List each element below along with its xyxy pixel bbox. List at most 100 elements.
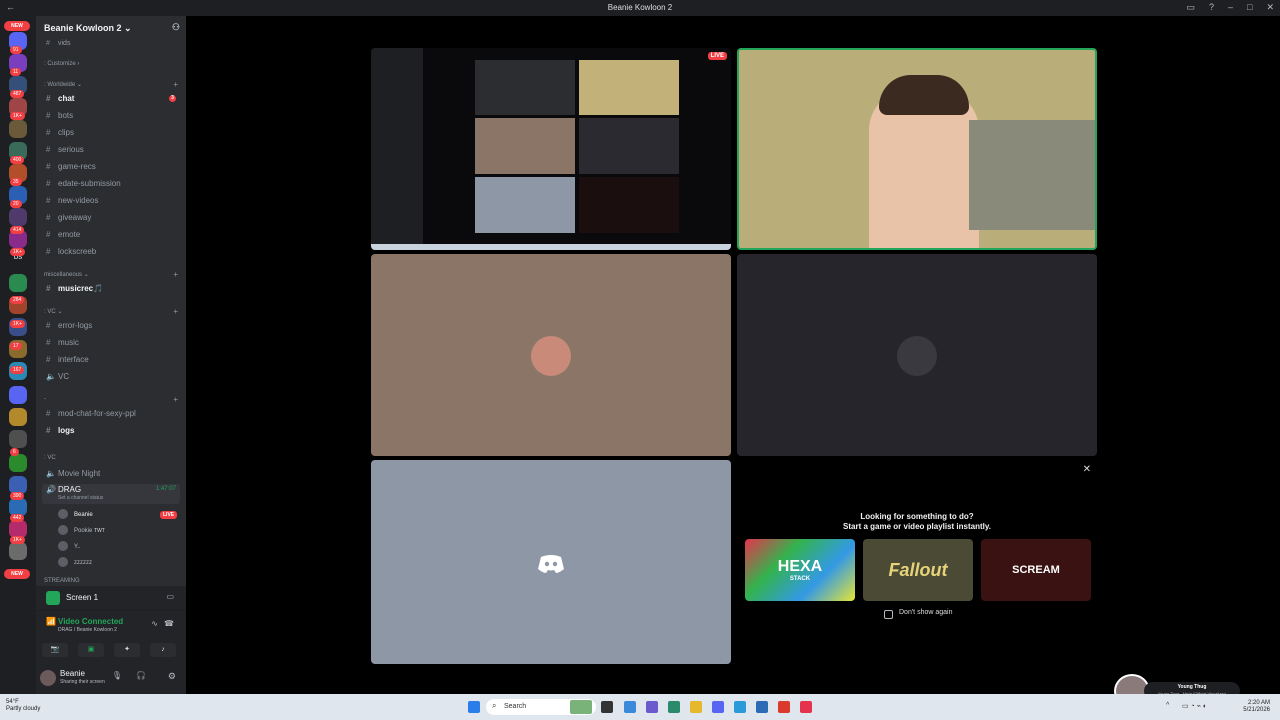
channel-musicrec[interactable]: # musicrec🎵	[42, 281, 180, 296]
stream-settings-icon[interactable]: ▭	[166, 592, 174, 601]
store-icon[interactable]	[756, 701, 768, 713]
game-card-hexa[interactable]: HEXA STACK	[745, 539, 855, 601]
channel-chat[interactable]: # chat 3	[42, 91, 180, 106]
headphones-icon[interactable]: 🎧	[136, 671, 146, 680]
add-channel-icon[interactable]: +	[173, 80, 178, 89]
channel-logs[interactable]: # logs	[42, 423, 180, 438]
participant-tile[interactable]	[737, 254, 1097, 456]
activity-button[interactable]: ✦	[114, 643, 140, 657]
file-explorer-icon[interactable]	[690, 701, 702, 713]
noise-suppression-icon[interactable]: ∿	[151, 619, 158, 628]
task-view-icon[interactable]	[601, 701, 613, 713]
tray-chevron-icon[interactable]: ^	[1166, 702, 1169, 709]
channel-giveaway[interactable]: # giveaway	[42, 210, 180, 225]
discord-taskbar-icon[interactable]	[712, 701, 724, 713]
tray-icons[interactable]: ▭ ◔ ⌁ ◐	[1182, 702, 1207, 710]
copilot-icon[interactable]	[624, 701, 636, 713]
gear-icon[interactable]: ⚙	[168, 671, 176, 682]
channel-label: game-recs	[58, 162, 96, 171]
channel-interface[interactable]: # interface	[42, 352, 180, 367]
server-icon[interactable]	[9, 386, 27, 404]
microphone-icon[interactable]: 🎙	[112, 671, 122, 680]
taskbar-clock[interactable]: 2:20 AM 5/21/2026	[1243, 700, 1270, 714]
channel-vc[interactable]: 🔈 VC	[42, 369, 180, 384]
app-icon[interactable]	[800, 701, 812, 713]
channel-error-logs[interactable]: # error-logs	[42, 318, 180, 333]
close-icon[interactable]: ✕	[1266, 2, 1274, 13]
channel-edate-submission[interactable]: # edate-submission	[42, 176, 180, 191]
channel-music[interactable]: # music	[42, 335, 180, 350]
category-vc2[interactable]: : VC	[44, 455, 180, 461]
voice-user[interactable]: Y..	[58, 541, 81, 553]
participant-tile[interactable]	[371, 460, 731, 664]
category-vc[interactable]: : VC ⌄ +	[44, 307, 180, 316]
game-card-fallout[interactable]: Fallout	[863, 539, 973, 601]
server-icon[interactable]	[9, 542, 27, 560]
channel-status[interactable]: Set a channel status	[58, 495, 103, 501]
search-highlight-icon[interactable]	[570, 700, 592, 714]
voice-channel-drag[interactable]: 🔊 DRAG 1:47:07 Set a channel status	[42, 484, 180, 504]
channel-label: serious	[58, 145, 84, 154]
channel-label: error-logs	[58, 321, 93, 330]
invite-icon[interactable]: ⚇	[172, 22, 180, 33]
soundboard-button[interactable]: ♪	[150, 643, 176, 657]
weather-widget[interactable]: 54°F Partly cloudy	[6, 699, 40, 713]
unread-badge: 400	[10, 156, 25, 164]
channel-emote[interactable]: # emote	[42, 227, 180, 242]
channel-clips[interactable]: # clips	[42, 125, 180, 140]
channel-bots[interactable]: # bots	[42, 108, 180, 123]
category-label: : VC	[44, 309, 56, 315]
channel-new-videos[interactable]: # new-videos	[42, 193, 180, 208]
title-bar: ← Beanie Kowloon 2 ▭ ? – □ ✕	[0, 0, 1280, 16]
dont-show-checkbox[interactable]	[884, 610, 893, 619]
add-channel-icon[interactable]: +	[173, 270, 178, 279]
channel-label: interface	[58, 355, 89, 364]
maximize-icon[interactable]: □	[1247, 2, 1252, 13]
server-icon[interactable]	[9, 430, 27, 448]
server-icon[interactable]	[9, 208, 27, 226]
channel-game-recs[interactable]: # game-recs	[42, 159, 180, 174]
channel-serious[interactable]: # serious	[42, 142, 180, 157]
server-icon[interactable]	[9, 120, 27, 138]
inbox-icon[interactable]: ▭	[1186, 2, 1195, 13]
category-dash[interactable]: - +	[44, 395, 180, 404]
server-icon[interactable]	[9, 274, 27, 292]
add-channel-icon[interactable]: +	[173, 307, 178, 316]
avatar[interactable]	[40, 670, 56, 686]
category-misc[interactable]: miscellaneous ⌄ +	[44, 270, 180, 279]
teams-icon[interactable]	[646, 701, 658, 713]
chrome-icon[interactable]	[778, 701, 790, 713]
voice-channel-movie-night[interactable]: 🔈 Movie Night	[42, 466, 180, 481]
camera-tile[interactable]	[737, 48, 1097, 250]
game-card-scream[interactable]: SCREAM	[981, 539, 1091, 601]
voice-user[interactable]: Beanie	[58, 509, 93, 521]
voice-location[interactable]: DRAG / Beanie Kowloon 2	[58, 627, 117, 633]
disconnect-icon[interactable]: ☎	[164, 619, 174, 628]
channel-partial[interactable]: # vids	[42, 36, 180, 51]
customize-row[interactable]: : Customize ›	[44, 61, 180, 67]
minimize-icon[interactable]: –	[1228, 2, 1233, 13]
participant-tile[interactable]	[371, 254, 731, 456]
screen-share-tile[interactable]: LIVE	[371, 48, 731, 250]
user-name[interactable]: Beanie	[60, 669, 85, 678]
add-channel-icon[interactable]: +	[173, 395, 178, 404]
app-icon[interactable]	[668, 701, 680, 713]
voice-connected-label[interactable]: Video Connected	[58, 617, 123, 626]
help-icon[interactable]: ?	[1209, 2, 1214, 13]
voice-user[interactable]: Pookie TWT	[58, 525, 105, 537]
signal-icon[interactable]: 📶	[46, 617, 56, 626]
channel-lockscreeb[interactable]: # lockscreeb	[42, 244, 180, 259]
close-icon[interactable]: ✕	[1083, 464, 1091, 475]
edge-icon[interactable]	[734, 701, 746, 713]
server-icon[interactable]	[9, 408, 27, 426]
voice-user[interactable]: zzzzzz	[58, 557, 92, 569]
start-icon[interactable]	[468, 701, 480, 713]
dont-show-label[interactable]: Don't show again	[899, 609, 952, 616]
category-streaming[interactable]: STREAMING	[44, 578, 180, 584]
screen-share-button[interactable]: ▣	[78, 643, 104, 657]
new-badge: NEW	[4, 569, 30, 579]
channel-mod-chat[interactable]: # mod-chat-for-sexy-ppl	[42, 406, 180, 421]
server-icon[interactable]	[9, 454, 27, 472]
camera-button[interactable]: 📷	[42, 643, 68, 657]
category-worldwide[interactable]: : Worldwide ⌄ +	[44, 80, 180, 89]
